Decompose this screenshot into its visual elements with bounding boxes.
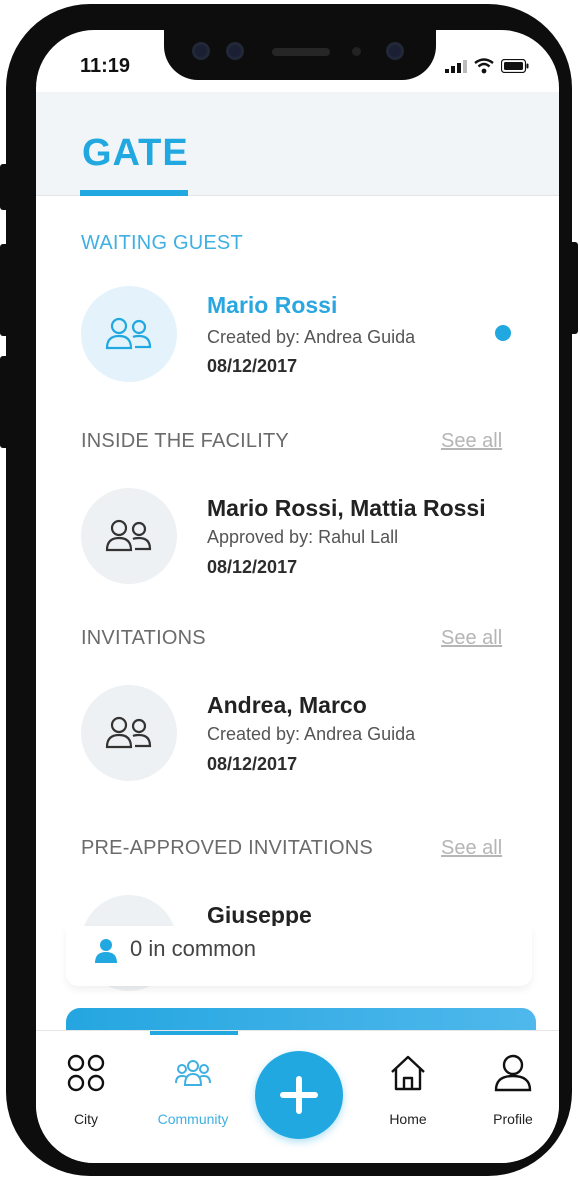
common-card: 0 in common	[66, 926, 532, 986]
invitation-avatar[interactable]	[81, 685, 177, 781]
sensor-icon	[226, 42, 244, 60]
inside-approved-by: Approved by: Rahul Lall	[207, 527, 399, 547]
active-tab-indicator	[150, 1031, 238, 1035]
pre-approved-see-all-link[interactable]: See all	[441, 837, 502, 860]
common-count-text: 0 in common	[130, 936, 256, 961]
tab-profile-label: Profile	[493, 1111, 533, 1127]
inside-avatar[interactable]	[81, 488, 177, 584]
page-title: GATE	[82, 132, 189, 174]
section-title-inside-facility: INSIDE THE FACILITY	[81, 430, 289, 452]
mute-switch	[0, 164, 10, 210]
front-camera-icon	[386, 42, 404, 60]
title-underline	[80, 190, 188, 196]
section-title-waiting-guest: WAITING GUEST	[81, 232, 243, 254]
waiting-guest-date: 08/12/2017	[207, 356, 298, 376]
community-icon	[175, 1060, 211, 1086]
inside-guest-names[interactable]: Mario Rossi, Mattia Rossi	[207, 495, 486, 522]
bottom-tab-bar: City Community Home Profile	[36, 1030, 559, 1163]
tab-home[interactable]: Home	[363, 1051, 453, 1127]
inside-see-all-link[interactable]: See all	[441, 430, 502, 453]
speaker-grille	[272, 48, 330, 56]
invitations-see-all-link[interactable]: See all	[441, 627, 502, 650]
home-icon	[391, 1055, 425, 1091]
power-button	[568, 242, 578, 334]
volume-down-button	[0, 356, 10, 448]
inside-date: 08/12/2017	[207, 557, 298, 577]
user-icon	[494, 1054, 532, 1092]
users-icon	[105, 317, 152, 350]
status-time: 11:19	[80, 55, 131, 77]
waiting-guest-created-by: Created by: Andrea Guida	[207, 327, 416, 347]
person-icon	[95, 939, 117, 963]
wifi-icon	[474, 58, 494, 74]
proximity-sensor	[352, 47, 361, 56]
users-icon	[105, 716, 152, 749]
guest-avatar[interactable]	[81, 286, 177, 382]
users-icon	[105, 519, 152, 552]
page-header: GATE	[36, 92, 559, 196]
tab-city[interactable]: City	[41, 1051, 131, 1127]
tab-profile[interactable]: Profile	[468, 1051, 558, 1127]
tab-home-label: Home	[389, 1111, 427, 1127]
waiting-guest-name[interactable]: Mario Rossi	[207, 292, 337, 319]
camera-icon	[192, 42, 210, 60]
pre-approved-guest-name[interactable]: Giuseppe	[207, 902, 312, 929]
invitation-created-by: Created by: Andrea Guida	[207, 724, 416, 744]
section-title-invitations: INVITATIONS	[81, 627, 206, 649]
battery-icon	[501, 59, 529, 73]
volume-up-button	[0, 244, 10, 336]
invitation-date: 08/12/2017	[207, 754, 298, 774]
signal-icon	[445, 60, 467, 73]
tab-city-label: City	[73, 1111, 99, 1127]
unread-indicator	[495, 325, 511, 341]
grid-circles-icon	[67, 1054, 105, 1092]
add-button[interactable]	[255, 1051, 343, 1139]
plus-icon	[280, 1076, 318, 1114]
section-title-pre-approved: PRE-APPROVED INVITATIONS	[81, 837, 373, 859]
tab-community-label: Community	[157, 1111, 229, 1127]
phone-frame: 11:19 GATE WAITING GUEST Mario Rossi Cre…	[0, 4, 578, 1176]
invitation-guest-names[interactable]: Andrea, Marco	[207, 692, 367, 719]
notch	[164, 30, 436, 80]
screen: 11:19 GATE WAITING GUEST Mario Rossi Cre…	[36, 30, 559, 1163]
tab-community[interactable]: Community	[148, 1051, 238, 1127]
status-icons	[445, 58, 529, 74]
